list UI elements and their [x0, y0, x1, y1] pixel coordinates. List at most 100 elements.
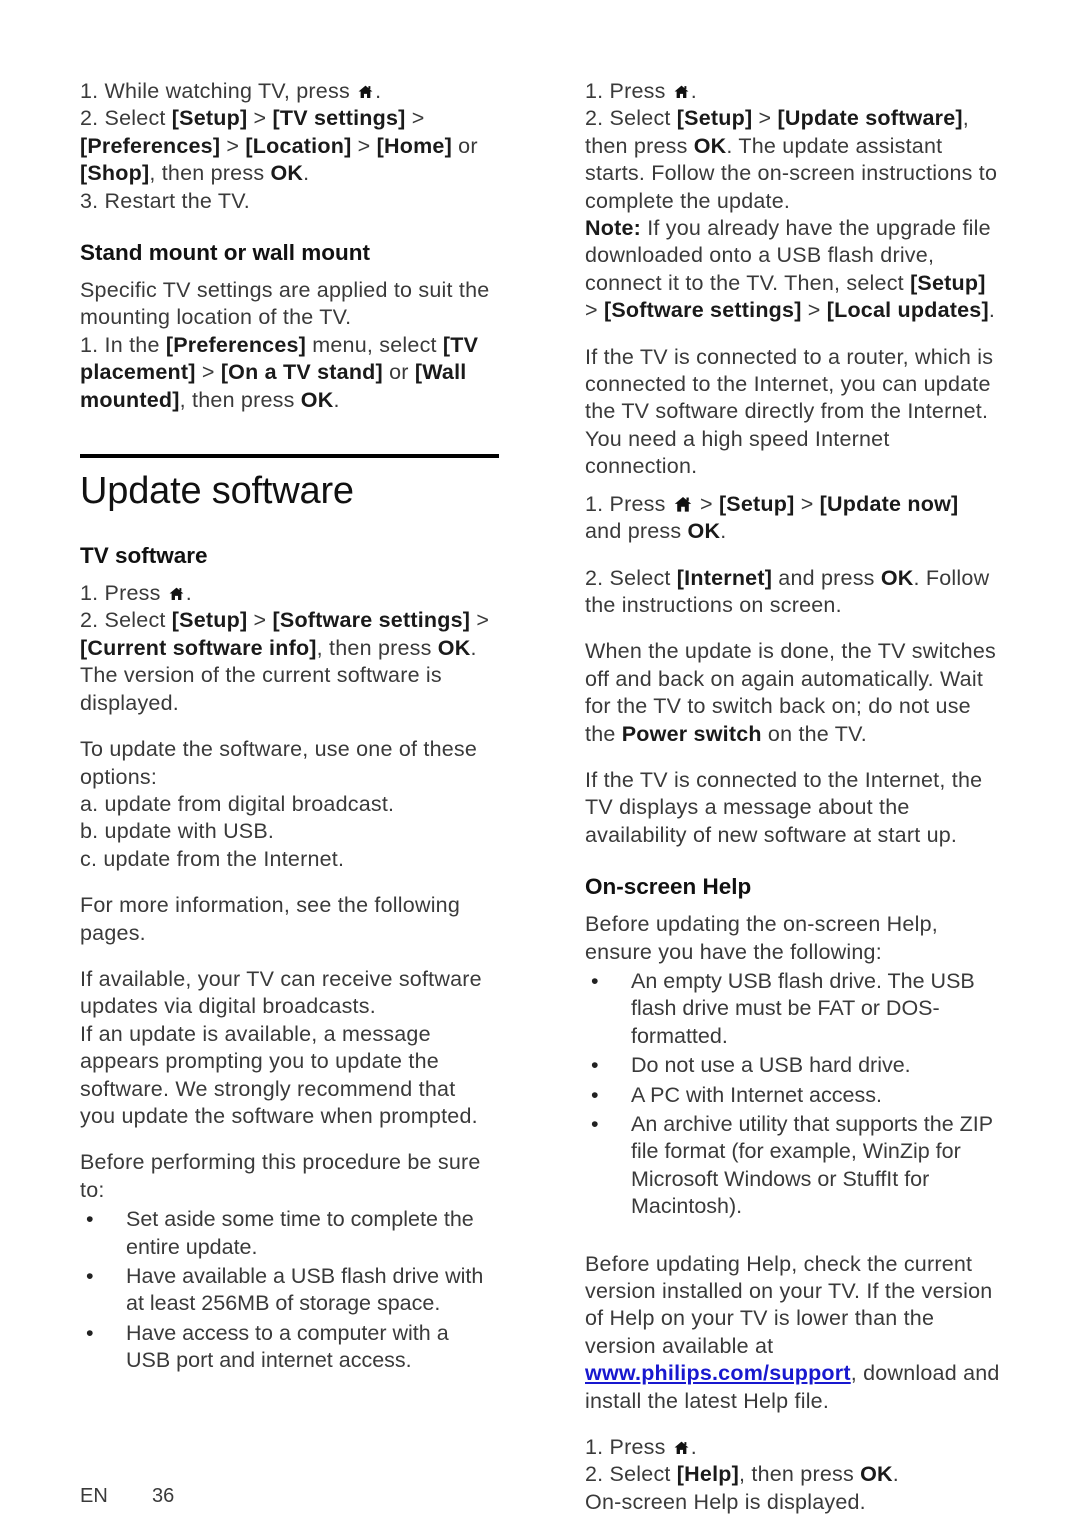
- before-bullet-list: • Set aside some time to complete the ent…: [80, 1206, 495, 1374]
- option-c: c. update from the Internet.: [80, 846, 345, 871]
- key-ok: OK: [270, 161, 304, 186]
- heading-stand-mount: Stand mount or wall mount: [80, 240, 370, 266]
- menu-update-software: [Update software]: [777, 106, 963, 131]
- period: .: [333, 387, 340, 412]
- sep: >: [585, 298, 604, 323]
- sep: >: [351, 133, 377, 158]
- location-step1-text: 1. While watching TV, press: [80, 79, 357, 103]
- help-intro: Before updating the on-screen Help, ensu…: [585, 912, 938, 964]
- help-displayed-text: On-screen Help is displayed.: [585, 1489, 866, 1514]
- key-ok: OK: [300, 387, 334, 412]
- list-item: • Do not use a USB hard drive.: [585, 1052, 1000, 1079]
- philips-support-link[interactable]: www.philips.com/support: [585, 1361, 851, 1385]
- period: .: [720, 519, 727, 544]
- list-item: • An empty USB flash drive. The USB flash…: [585, 968, 1000, 1050]
- options-intro: To update the software, use one of these…: [80, 737, 478, 789]
- digital-broadcast-para: If available, your TV can receive softwa…: [80, 966, 482, 1019]
- list-item: • Have access to a computer with a USB po…: [80, 1320, 495, 1375]
- version-check-pre: Before updating Help, check the current …: [585, 1251, 993, 1358]
- then-press: , then press: [739, 1462, 861, 1487]
- availability-para: If the TV is connected to the Internet, …: [585, 767, 983, 847]
- list-item-text: An empty USB flash drive. The USB flash …: [631, 968, 975, 1048]
- option-a: a. update from digital broadcast.: [80, 791, 395, 816]
- bullet-icon: •: [86, 1320, 94, 1345]
- bullet-icon: •: [591, 1112, 599, 1136]
- heading-tv-software: TV software: [80, 543, 208, 569]
- menu-on-a-tv-stand: [On a TV stand]: [220, 360, 383, 385]
- step1-pre: 1. Press: [585, 79, 672, 103]
- list-item: • Have available a USB flash drive with a…: [80, 1263, 495, 1318]
- step-pre: 1. In the: [80, 332, 166, 357]
- then-press: , then press: [316, 635, 438, 660]
- sep: >: [693, 491, 719, 516]
- footer-language: EN: [80, 1485, 108, 1507]
- home-icon: [673, 1440, 690, 1456]
- sep: >: [801, 298, 827, 323]
- help-bullet-list: • An empty USB flash drive. The USB flash…: [585, 968, 1000, 1221]
- menu-location: [Location]: [245, 133, 352, 158]
- power-switch-label: Power switch: [621, 721, 762, 746]
- step2-pre: 2. Select: [585, 565, 677, 590]
- step2-pre: 2. Select: [585, 1462, 677, 1487]
- step1-pre: 1. Press: [585, 1435, 672, 1460]
- step1-pre: 1. Press: [80, 581, 167, 606]
- menu-update-now: [Update now]: [819, 491, 959, 516]
- menu-software-settings: [Software settings]: [603, 298, 802, 323]
- menu-preferences: [Preferences]: [80, 133, 221, 158]
- step1-period: .: [690, 79, 697, 103]
- key-ok: OK: [437, 635, 471, 660]
- home-icon: [673, 495, 693, 514]
- list-item-text: Set aside some time to complete the enti…: [126, 1207, 474, 1259]
- key-ok: OK: [687, 519, 721, 544]
- footer-page-number: 36: [152, 1485, 175, 1507]
- bullet-icon: •: [591, 1082, 599, 1107]
- note-label: Note:: [585, 216, 642, 241]
- stand-mount-step: 1. In the [Preferences] menu, select [TV…: [80, 332, 495, 414]
- chapter-rule: [80, 454, 499, 459]
- list-item: • An archive utility that supports the ZI…: [585, 1111, 1000, 1221]
- and-press: and press: [585, 519, 688, 544]
- internet-step2: 2. Select [Internet] and press OK. Follo…: [585, 565, 1000, 620]
- location-step3: 3. Restart the TV.: [80, 188, 250, 213]
- sep: >: [220, 133, 246, 158]
- page-title: Update software: [80, 470, 354, 513]
- sep: >: [752, 106, 778, 131]
- list-item: • A PC with Internet access.: [585, 1082, 1000, 1109]
- period: .: [988, 298, 996, 323]
- list-item-text: An archive utility that supports the ZIP…: [631, 1112, 993, 1219]
- step2-pre: 2. Select: [80, 608, 172, 633]
- menu-shop: [Shop]: [80, 161, 150, 186]
- location-steps: 1. While watching TV, press . 2. Select …: [80, 78, 495, 215]
- key-ok: OK: [693, 133, 727, 158]
- option-b: b. update with USB.: [80, 819, 275, 844]
- home-icon: [168, 586, 185, 602]
- key-ok: OK: [860, 1462, 893, 1487]
- list-item-text: Have available a USB flash drive with at…: [126, 1264, 484, 1316]
- more-info-para: For more information, see the following …: [80, 893, 461, 945]
- or-text: or: [382, 360, 415, 385]
- menu-setup: [Setup]: [718, 491, 795, 516]
- sep: >: [405, 106, 425, 131]
- menu-local-updates: [Local updates]: [826, 298, 989, 323]
- location-step2-pre: 2. Select: [80, 106, 172, 131]
- bullet-icon: •: [591, 968, 599, 993]
- step2-pre: 2. Select: [585, 106, 677, 131]
- page-footer: EN 36: [80, 1484, 174, 1508]
- sep: >: [247, 608, 273, 633]
- menu-select-text: menu, select: [306, 332, 443, 357]
- list-item-text: Do not use a USB hard drive.: [631, 1053, 911, 1078]
- menu-software-settings: [Software settings]: [272, 608, 471, 633]
- menu-setup: [Setup]: [171, 106, 248, 131]
- menu-setup: [Setup]: [910, 270, 986, 295]
- help-steps: 1. Press . 2. Select [Help], then press …: [585, 1434, 1000, 1516]
- menu-setup: [Setup]: [171, 608, 248, 633]
- manual-page: 1. While watching TV, press . 2. Select …: [0, 0, 1080, 1532]
- right-column: 1. Press . 2. Select [Setup] > [Update s…: [585, 78, 1000, 1516]
- menu-setup: [Setup]: [676, 106, 753, 131]
- internet-step1: 1. Press > [Setup] > [Update now] and pr…: [585, 491, 1000, 546]
- step1-period: .: [690, 1435, 697, 1460]
- period: .: [303, 161, 310, 186]
- router-para: If the TV is connected to a router, whic…: [585, 344, 994, 479]
- list-item-text: Have access to a computer with a USB por…: [126, 1320, 449, 1373]
- list-item: • Set aside some time to complete the ent…: [80, 1206, 495, 1261]
